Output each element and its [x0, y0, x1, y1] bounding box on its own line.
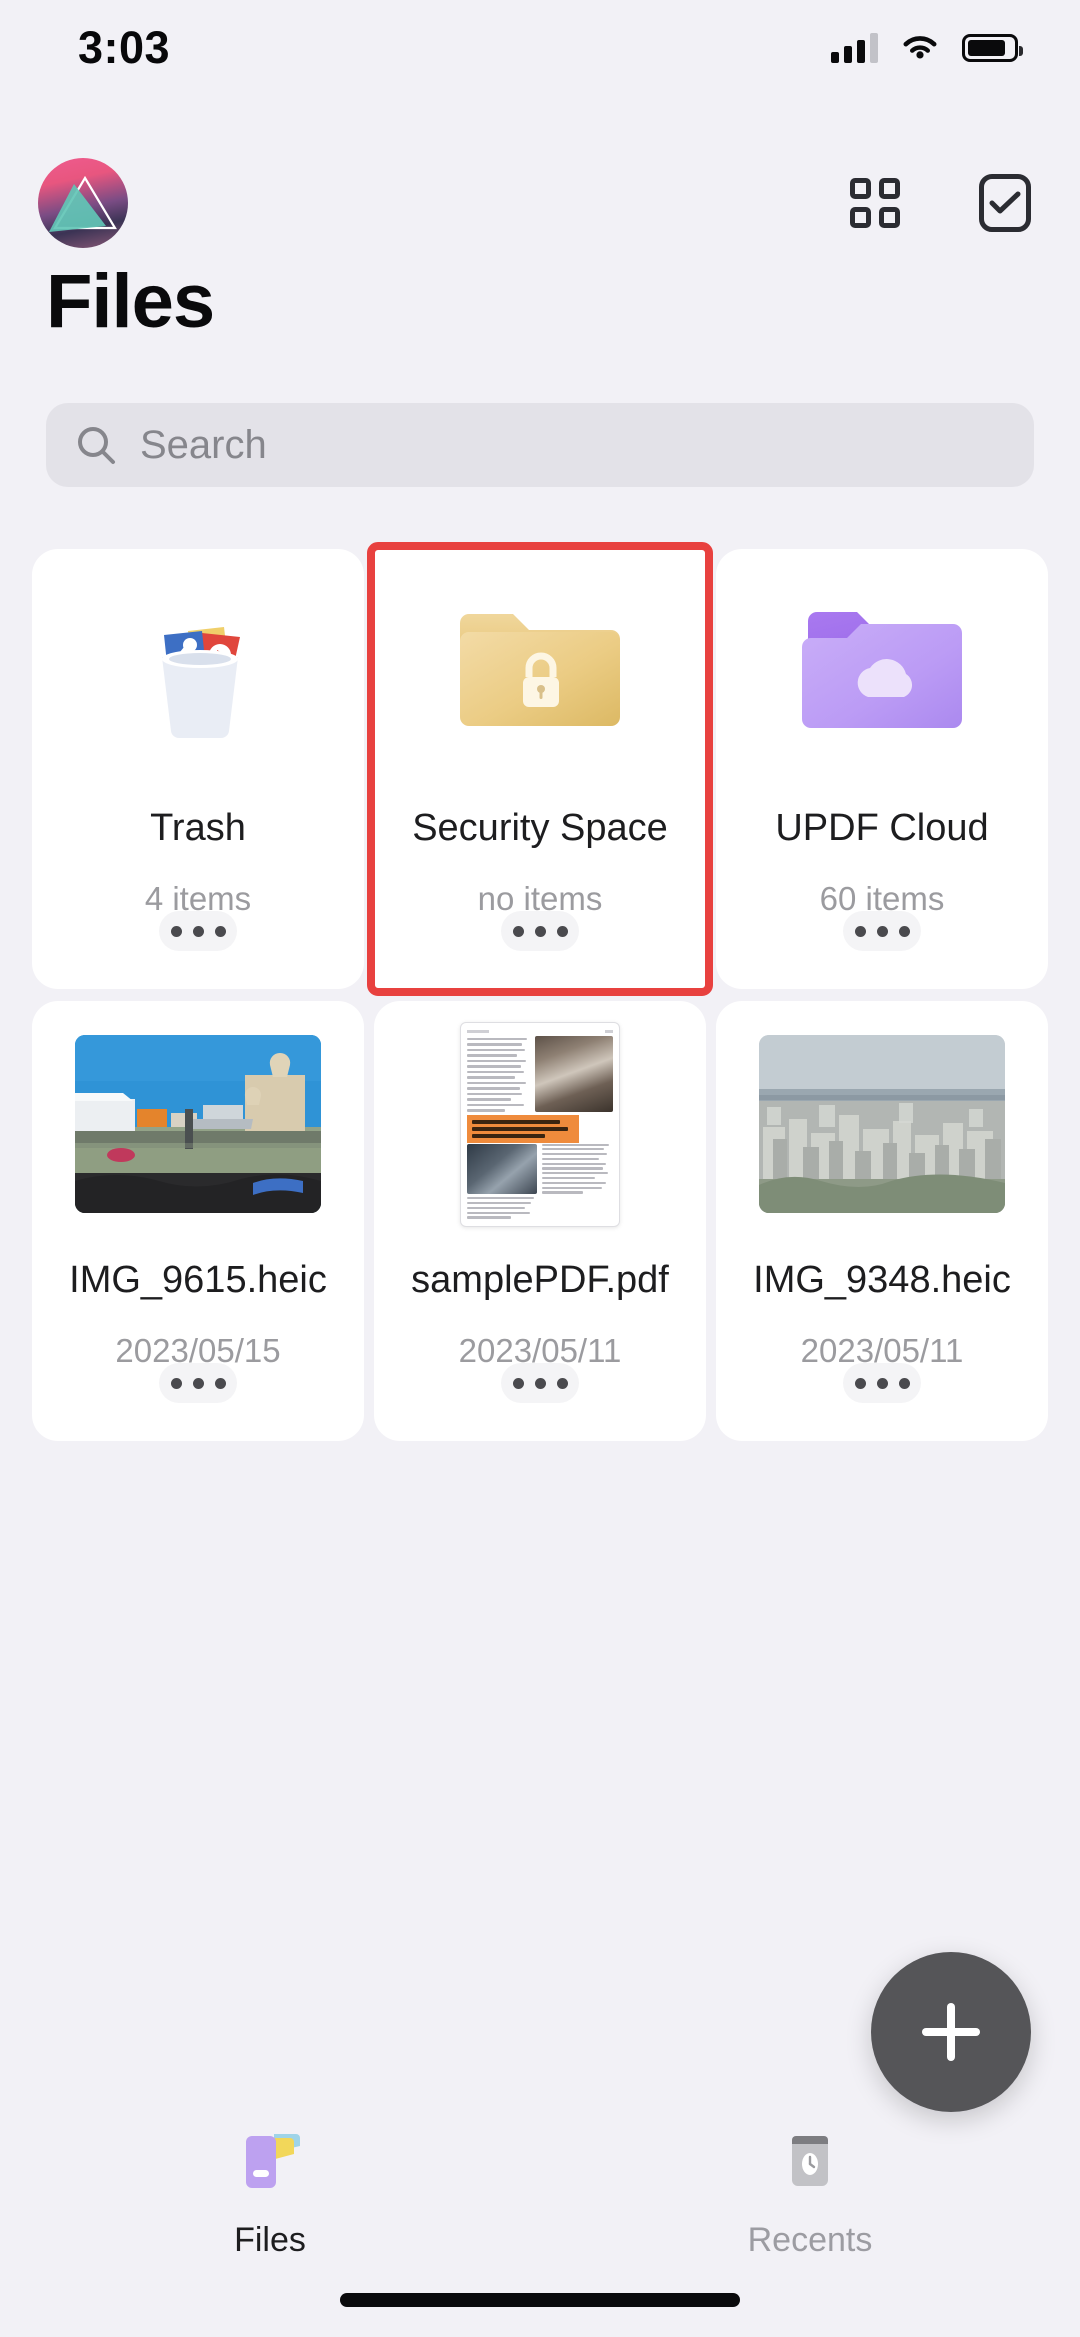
file-card-img-9348[interactable]: IMG_9348.heic 2023/05/11	[716, 1001, 1048, 1441]
more-options-icon[interactable]	[159, 1363, 237, 1403]
page-title: Files	[46, 258, 214, 345]
plus-icon	[913, 1994, 989, 2070]
image-thumbnail-cityscape	[759, 1035, 1005, 1213]
search-input[interactable]: Search	[140, 423, 267, 468]
pdf-figure-top	[535, 1036, 613, 1112]
status-bar: 3:03	[0, 0, 1080, 96]
file-name: Security Space	[412, 807, 668, 850]
file-name: Trash	[150, 807, 246, 850]
file-grid: Trash 4 items	[32, 549, 1048, 1441]
avatar[interactable]	[38, 158, 128, 248]
wifi-icon	[900, 33, 940, 63]
select-mode-button[interactable]	[976, 174, 1034, 232]
more-options-icon[interactable]	[843, 911, 921, 951]
add-button[interactable]	[871, 1952, 1031, 2112]
tab-files[interactable]: Files	[0, 2123, 540, 2260]
trash-bin-icon	[128, 583, 268, 761]
home-indicator	[340, 2293, 740, 2307]
grid-view-icon	[850, 178, 900, 228]
cellular-signal-icon	[831, 33, 878, 63]
file-card-sample-pdf[interactable]: samplePDF.pdf 2023/05/11	[374, 1001, 706, 1441]
pdf-text-column-2	[542, 1144, 613, 1195]
pdf-top-section	[467, 1036, 613, 1112]
file-name: IMG_9348.heic	[753, 1259, 1011, 1302]
more-options-icon[interactable]	[159, 911, 237, 951]
pdf-figure-person	[467, 1144, 537, 1195]
status-indicators	[831, 33, 1018, 63]
search-bar[interactable]: Search	[46, 403, 1034, 487]
thumbnail-image	[75, 1035, 321, 1213]
thumbnail-image	[759, 1035, 1005, 1213]
files-folder-icon	[231, 2123, 309, 2201]
pdf-title-banner	[467, 1115, 579, 1143]
pdf-middle-section	[467, 1144, 613, 1195]
image-thumbnail-harbor	[75, 1035, 321, 1213]
status-time: 3:03	[78, 22, 170, 74]
tab-recents[interactable]: Recents	[540, 2123, 1080, 2260]
grid-view-button[interactable]	[846, 174, 904, 232]
bottom-tab-bar: Files Recents	[0, 2101, 1080, 2337]
pdf-bottom-text	[467, 1197, 613, 1218]
battery-icon	[962, 34, 1018, 62]
file-card-security-space[interactable]: Security Space no items	[374, 549, 706, 989]
file-card-img-9615[interactable]: IMG_9615.heic 2023/05/15	[32, 1001, 364, 1441]
file-name: UPDF Cloud	[775, 807, 988, 850]
recents-clock-icon	[771, 2123, 849, 2201]
cloud-folder-icon	[792, 583, 972, 761]
pdf-page-preview	[460, 1022, 620, 1227]
file-card-updf-cloud[interactable]: UPDF Cloud 60 items	[716, 549, 1048, 989]
file-card-trash[interactable]: Trash 4 items	[32, 549, 364, 989]
locked-folder-icon	[450, 583, 630, 761]
avatar-triangles	[38, 158, 128, 248]
pdf-text-column	[467, 1036, 530, 1112]
file-name: IMG_9615.heic	[69, 1259, 327, 1302]
more-options-icon[interactable]	[843, 1363, 921, 1403]
pdf-document-thumbnail	[460, 1035, 620, 1213]
tab-label: Recents	[748, 2221, 873, 2260]
tab-label: Files	[234, 2221, 306, 2260]
file-name: samplePDF.pdf	[411, 1259, 669, 1302]
nav-actions	[846, 174, 1034, 232]
more-options-icon[interactable]	[501, 911, 579, 951]
search-icon	[74, 423, 118, 467]
select-mode-icon	[979, 174, 1031, 232]
top-nav-bar	[0, 148, 1080, 258]
pdf-header	[467, 1030, 613, 1033]
more-options-icon[interactable]	[501, 1363, 579, 1403]
